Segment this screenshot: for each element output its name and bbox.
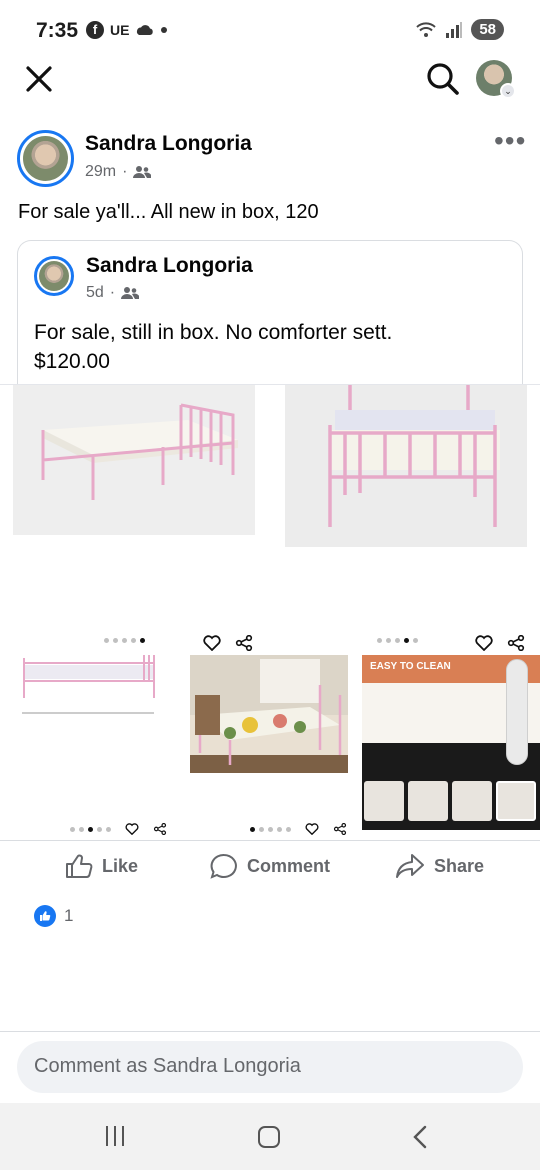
media-scrollbar[interactable] bbox=[506, 659, 528, 765]
signal-icon bbox=[446, 21, 463, 38]
bed-dimensions-photo[interactable] bbox=[14, 653, 164, 748]
status-notification-icons: f UE bbox=[86, 21, 168, 39]
media-thumbnails[interactable] bbox=[364, 781, 536, 821]
system-nav-bar bbox=[0, 1103, 540, 1170]
friends-audience-icon bbox=[133, 166, 152, 178]
recent-apps-button[interactable] bbox=[106, 1126, 124, 1146]
reaction-summary[interactable]: 1 bbox=[34, 905, 73, 927]
comment-input[interactable]: Comment as Sandra Longoria bbox=[17, 1041, 523, 1093]
status-right-icons: 58 bbox=[415, 19, 504, 40]
heart-icon[interactable] bbox=[475, 635, 493, 651]
heart-icon[interactable] bbox=[125, 823, 139, 835]
carrier-tag: UE bbox=[110, 22, 130, 38]
heart-icon[interactable] bbox=[305, 823, 319, 835]
like-button[interactable]: Like bbox=[65, 853, 138, 879]
back-icon[interactable] bbox=[410, 1124, 430, 1150]
battery-indicator: 58 bbox=[471, 19, 504, 40]
share-button[interactable]: Share bbox=[395, 853, 484, 879]
wifi-icon bbox=[416, 21, 437, 37]
share-nodes-icon[interactable] bbox=[153, 823, 167, 835]
more-notifications-dot bbox=[161, 27, 168, 33]
like-label: Like bbox=[102, 855, 139, 876]
profile-avatar-button[interactable]: ⌄ bbox=[476, 60, 516, 99]
status-bar: 7:35 f UE 58 bbox=[0, 0, 540, 56]
shared-post-time[interactable]: 5d bbox=[86, 284, 104, 302]
status-time: 7:35 bbox=[36, 19, 79, 42]
shared-post-meta: 5d · bbox=[86, 284, 140, 302]
top-nav: ⌄ bbox=[0, 56, 540, 106]
carousel-controls-2b bbox=[250, 823, 347, 835]
chevron-down-icon: ⌄ bbox=[500, 83, 516, 99]
reaction-count: 1 bbox=[64, 906, 74, 925]
divider bbox=[0, 1031, 540, 1032]
author-name[interactable]: Sandra Longoria bbox=[85, 132, 252, 156]
shared-post-text: For sale, still in box. No comforter set… bbox=[34, 318, 504, 376]
like-reaction-icon bbox=[34, 905, 56, 927]
shared-price: $120.00 bbox=[34, 350, 110, 373]
share-nodes-icon[interactable] bbox=[235, 635, 253, 651]
photo-actions-2 bbox=[203, 635, 253, 651]
heart-icon[interactable] bbox=[203, 635, 221, 651]
meta-separator: · bbox=[122, 163, 128, 180]
post-header: Sandra Longoria 29m · ••• bbox=[0, 124, 540, 194]
comment-button[interactable]: Comment bbox=[210, 853, 330, 879]
shared-text-line1: For sale, still in box. No comforter set… bbox=[34, 321, 393, 344]
photo-actions-3 bbox=[475, 635, 525, 651]
share-nodes-icon[interactable] bbox=[507, 635, 525, 651]
thumbs-up-icon bbox=[66, 854, 93, 878]
author-avatar[interactable] bbox=[17, 130, 74, 187]
carousel-controls-2 bbox=[104, 638, 145, 643]
comment-label: Comment bbox=[247, 855, 331, 876]
share-label: Share bbox=[434, 855, 485, 876]
comment-bubble-icon bbox=[210, 853, 237, 879]
post-time[interactable]: 29m bbox=[85, 163, 116, 181]
search-icon[interactable] bbox=[426, 62, 460, 96]
friends-audience-icon bbox=[121, 287, 140, 299]
shared-post-card[interactable]: Sandra Longoria 5d · For sale, still in … bbox=[17, 240, 523, 400]
carousel-dots bbox=[70, 826, 111, 832]
carousel-dots bbox=[377, 638, 418, 643]
facebook-icon: f bbox=[86, 21, 104, 39]
shared-author-name[interactable]: Sandra Longoria bbox=[86, 254, 253, 278]
easy-to-clean-photo[interactable]: EASY TO CLEAN bbox=[362, 655, 540, 830]
home-button[interactable] bbox=[258, 1126, 280, 1148]
more-options-icon[interactable]: ••• bbox=[494, 127, 526, 155]
post-action-bar: Like Comment Share bbox=[0, 840, 540, 896]
bed-photo-front[interactable] bbox=[285, 385, 527, 547]
carousel-controls-1b bbox=[70, 823, 167, 835]
shared-author-avatar[interactable] bbox=[34, 256, 74, 296]
share-nodes-icon[interactable] bbox=[333, 823, 347, 835]
post-photos: EASY TO CLEAN bbox=[0, 384, 540, 835]
carousel-dots bbox=[104, 638, 145, 643]
weather-icon bbox=[137, 25, 154, 35]
bed-photo-angle[interactable] bbox=[13, 385, 255, 535]
shared-meta-separator: · bbox=[109, 284, 116, 301]
carousel-dots bbox=[250, 826, 291, 832]
carousel-controls-3 bbox=[377, 638, 418, 643]
close-icon[interactable] bbox=[24, 64, 54, 94]
bed-room-photo[interactable] bbox=[190, 655, 348, 773]
post-meta: 29m · bbox=[85, 163, 152, 181]
post-text: For sale ya'll... All new in box, 120 bbox=[18, 201, 319, 223]
share-arrow-icon bbox=[396, 854, 424, 878]
